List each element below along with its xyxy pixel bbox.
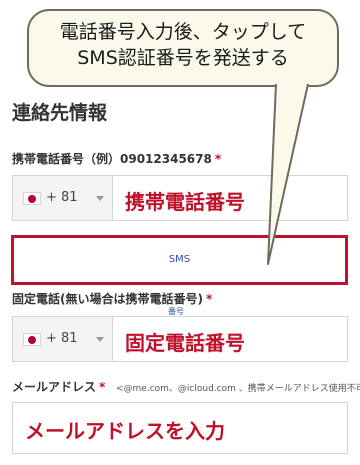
callout-line-1: 電話番号入力後、タップして — [59, 21, 307, 43]
mobile-phone-input[interactable]: 携帯電話番号 — [125, 186, 245, 215]
landline-label-text: 固定電話(無い場合は携帯電話番号) — [12, 292, 203, 306]
callout-text: 電話番号入力後、タップして SMS認証番号を発送する — [29, 19, 337, 71]
japan-flag-icon — [23, 192, 41, 205]
callout-line-2: SMS認証番号を発送する — [77, 47, 289, 69]
sms-send-button[interactable]: SMS — [14, 238, 345, 282]
required-mark: * — [214, 152, 222, 166]
chevron-down-icon — [96, 196, 104, 201]
required-mark: * — [205, 292, 213, 306]
required-mark: * — [99, 380, 106, 394]
section-title: 連絡先情報 — [12, 102, 108, 124]
japan-flag-icon — [23, 333, 41, 346]
country-code-value: + 81 — [46, 331, 78, 346]
country-code-select[interactable]: + 81 — [13, 317, 113, 361]
sms-button-highlight: SMS — [11, 235, 348, 285]
email-input-row: メールアドレスを入力 — [12, 402, 348, 454]
landline-phone-input[interactable]: 固定電話番号 — [125, 327, 245, 356]
email-hint: <@me.com、@icloud.com 、携帯メールアドレス使用不可 — [116, 384, 360, 394]
mobile-phone-row: + 81 携帯電話番号 — [12, 175, 348, 221]
landline-phone-row: + 81 固定電話番号 — [12, 316, 348, 362]
country-code-value: + 81 — [46, 190, 78, 205]
mobile-label: 携帯電話番号（例）09012345678 * — [12, 150, 221, 167]
email-label-text: メールアドレス — [12, 380, 97, 394]
landline-label: 固定電話(無い場合は携帯電話番号) * — [12, 290, 212, 307]
mobile-label-text: 携帯電話番号（例）09012345678 — [12, 152, 212, 166]
callout-balloon: 電話番号入力後、タップして SMS認証番号を発送する — [27, 9, 339, 87]
email-label: メールアドレス * — [12, 378, 105, 395]
country-code-select[interactable]: + 81 — [13, 176, 113, 220]
chevron-down-icon — [96, 337, 104, 342]
email-input[interactable]: メールアドレスを入力 — [25, 415, 225, 444]
